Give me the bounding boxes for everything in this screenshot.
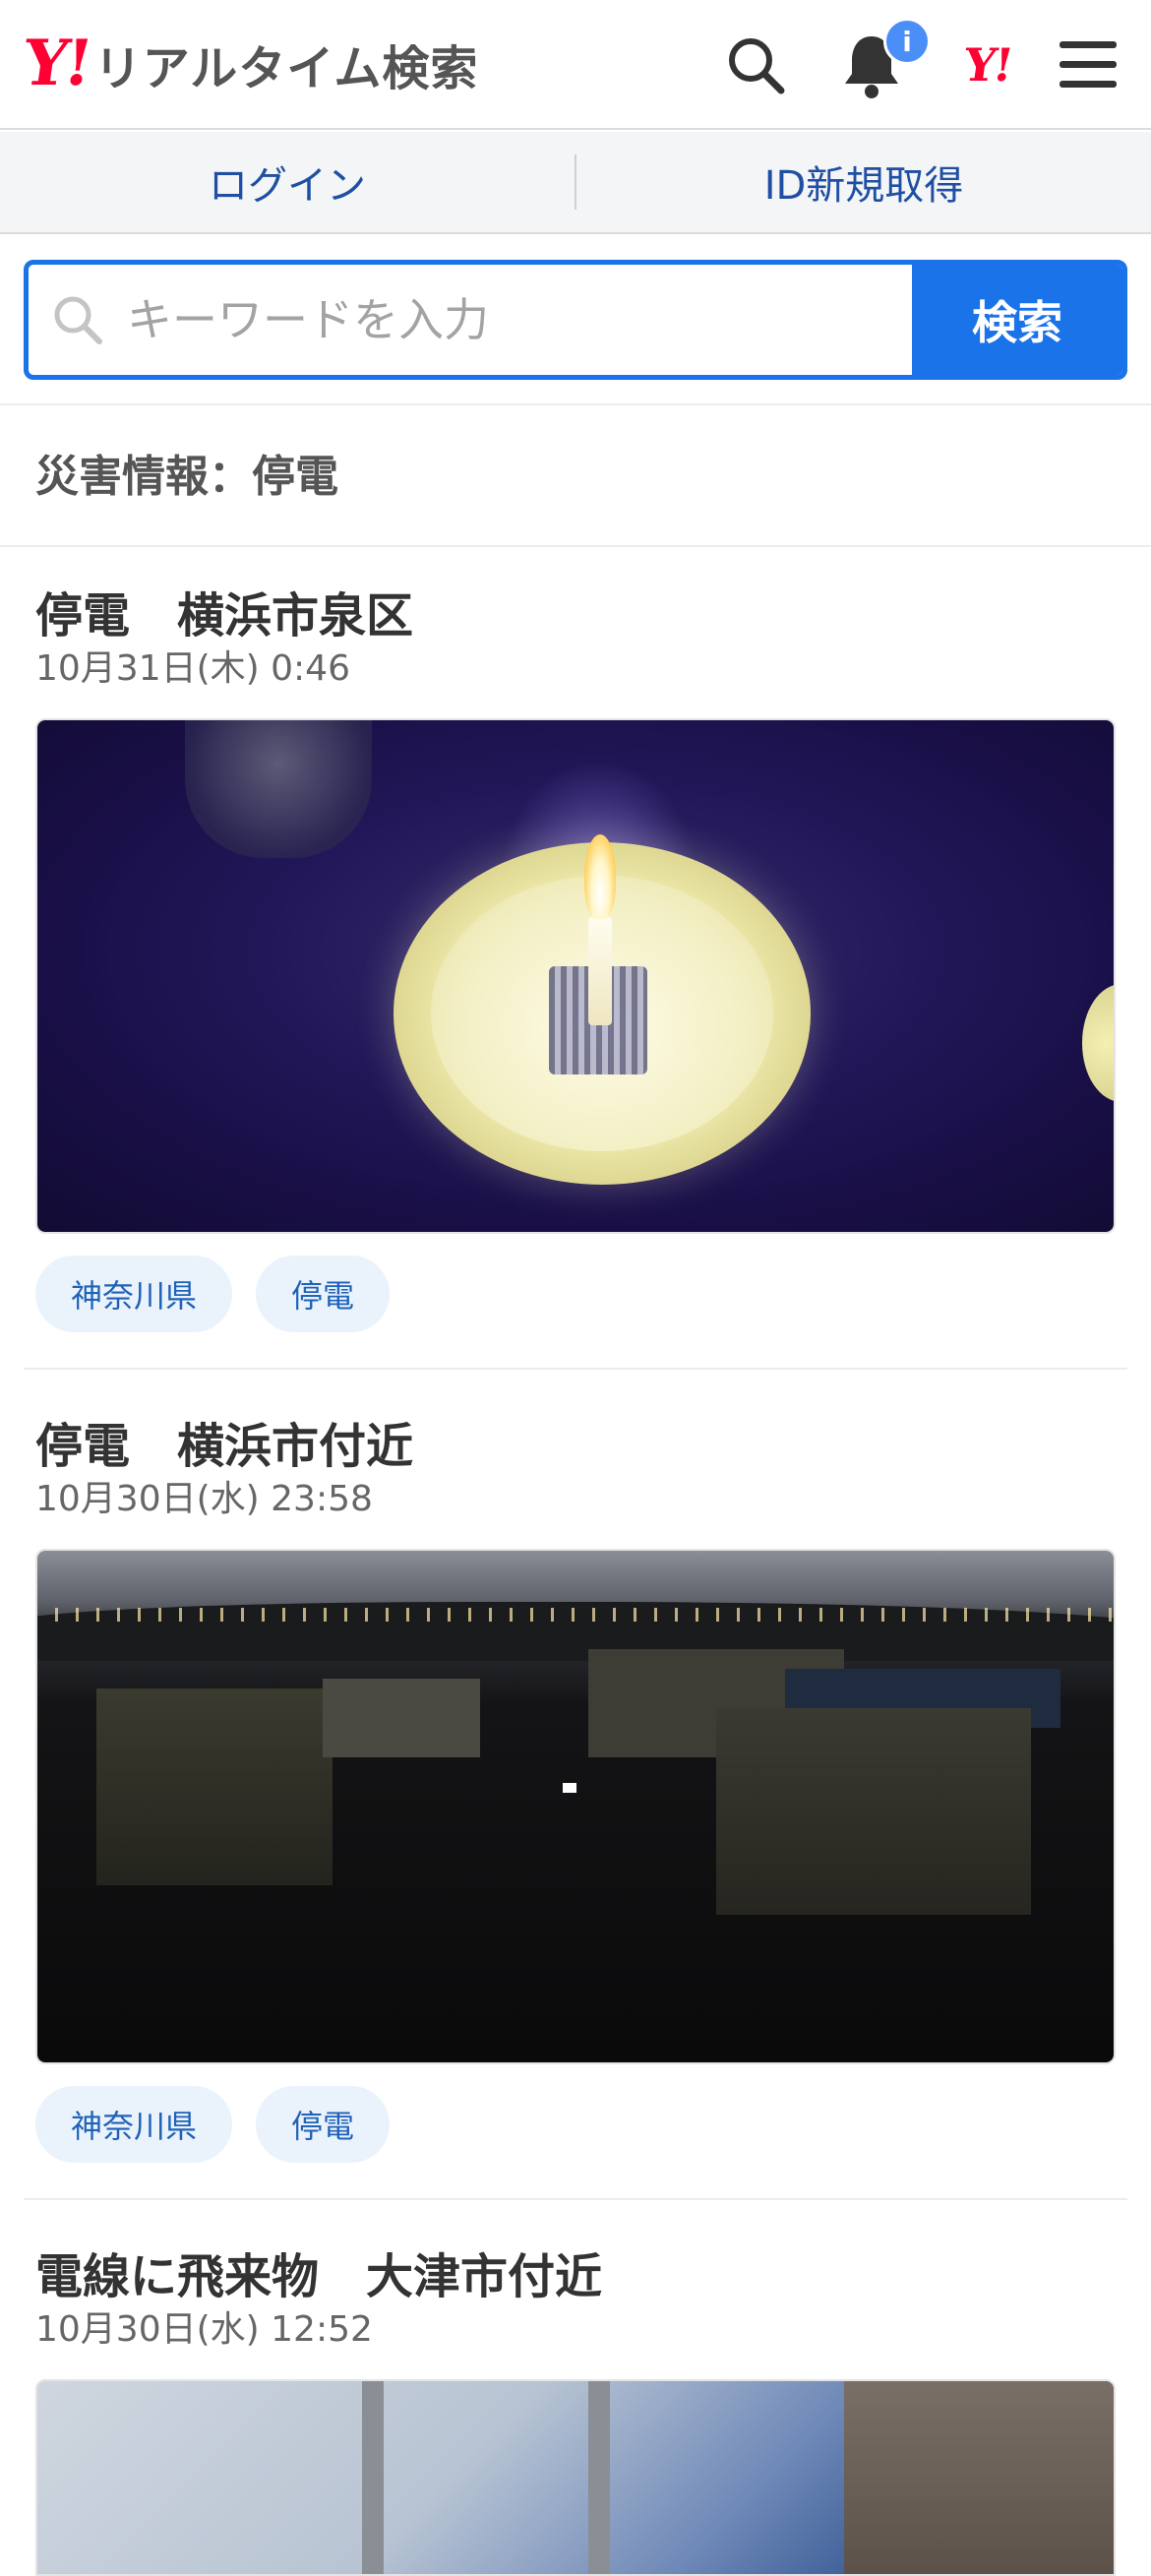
hamburger-menu-icon[interactable]	[1051, 28, 1125, 102]
article-photo[interactable]	[35, 718, 1116, 1234]
article-date: 10月30日(水) 12:52	[35, 2309, 373, 2350]
article-photo[interactable]	[35, 2379, 1116, 2576]
account-bar: ログイン ID新規取得	[0, 132, 1151, 234]
app-header: Y! リアルタイム検索 i Y!	[0, 0, 1151, 130]
search-icon[interactable]	[718, 28, 793, 102]
night-town-photo	[37, 1551, 1114, 2062]
yahoo-mark: Y!	[960, 38, 1015, 92]
search-bar: 検索	[24, 260, 1127, 380]
search-field-icon	[29, 265, 127, 375]
tag-category[interactable]: 停電	[256, 1256, 391, 1332]
notification-badge: i	[883, 18, 931, 65]
article-title[interactable]: 電線に飛来物 大津市付近	[35, 2238, 602, 2306]
divider	[24, 1368, 1127, 1370]
divider	[0, 545, 1151, 547]
search-input[interactable]	[127, 265, 912, 375]
article-photo[interactable]	[35, 1549, 1116, 2064]
brand-logo[interactable]: Y! リアルタイム検索	[19, 27, 479, 100]
candle-photo	[37, 720, 1114, 1232]
tag-prefecture[interactable]: 神奈川県	[35, 2086, 233, 2163]
search-button[interactable]: 検索	[912, 265, 1122, 375]
tag-list: 神奈川県 停電	[35, 1256, 391, 1332]
divider	[24, 2198, 1127, 2200]
tag-category[interactable]: 停電	[256, 2086, 391, 2163]
article-date: 10月31日(木) 0:46	[35, 648, 350, 689]
service-name: リアルタイム検索	[93, 41, 479, 96]
tag-list: 神奈川県 停電	[35, 2086, 391, 2163]
divider	[0, 403, 1151, 405]
login-link[interactable]: ログイン	[0, 153, 575, 211]
article-title[interactable]: 停電 横浜市付近	[35, 1407, 413, 1476]
article-date: 10月30日(水) 23:58	[35, 1479, 373, 1519]
article-title[interactable]: 停電 横浜市泉区	[35, 577, 413, 645]
yahoo-logo: Y!	[18, 27, 94, 100]
tag-prefecture[interactable]: 神奈川県	[35, 1256, 233, 1332]
signup-link[interactable]: ID新規取得	[576, 153, 1151, 211]
yahoo-japan-icon[interactable]: Y!	[950, 28, 1025, 102]
section-title: 災害情報：停電	[35, 452, 338, 502]
